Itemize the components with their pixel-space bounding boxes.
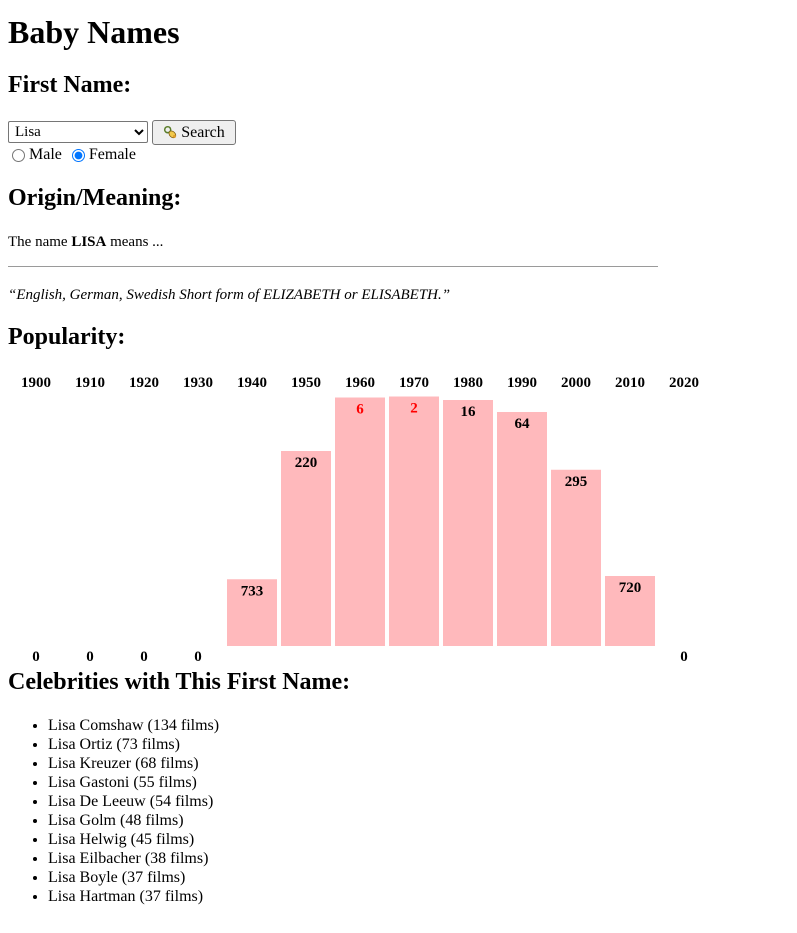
male-radio-label[interactable]: Male [29, 146, 62, 164]
female-radio-label[interactable]: Female [89, 146, 136, 164]
year-label: 1960 [345, 375, 375, 391]
pacifier-icon [164, 125, 177, 139]
year-label: 2010 [615, 375, 645, 391]
rank-label: 2 [410, 401, 418, 417]
year-label: 2000 [561, 375, 591, 391]
unranked-label: 0 [86, 649, 94, 665]
celebrity-item: Lisa Hartman (37 films) [48, 887, 219, 906]
unranked-label: 0 [140, 649, 148, 665]
year-label: 1950 [291, 375, 321, 391]
year-label: 1930 [183, 375, 213, 391]
meaning-name: LISA [71, 234, 107, 250]
celebrity-item: Lisa Golm (48 films) [48, 811, 219, 830]
rank-bar [497, 412, 547, 646]
year-label: 1910 [75, 375, 105, 391]
page-title: Baby Names [8, 14, 180, 50]
meaning-prefix: The name [8, 234, 68, 250]
search-button[interactable]: Search [152, 120, 236, 145]
meaning-suffix: means ... [110, 234, 164, 250]
celebrity-item: Lisa Comshaw (134 films) [48, 716, 219, 735]
celebrity-item: Lisa Ortiz (73 films) [48, 735, 219, 754]
year-label: 2020 [669, 375, 699, 391]
year-label: 1990 [507, 375, 537, 391]
rank-bar [335, 397, 385, 646]
celebrity-item: Lisa Boyle (37 films) [48, 868, 219, 887]
rank-label: 220 [295, 455, 318, 471]
celebrity-item: Lisa Helwig (45 films) [48, 830, 219, 849]
year-label: 1970 [399, 375, 429, 391]
celebrity-item: Lisa De Leeuw (54 films) [48, 792, 219, 811]
unranked-label: 0 [194, 649, 202, 665]
meaning-quote: “English, German, Swedish Short form of … [8, 287, 451, 303]
celebrities-heading: Celebrities with This First Name: [8, 669, 351, 695]
celebrity-item: Lisa Kreuzer (68 films) [48, 754, 219, 773]
rank-bar [389, 396, 439, 646]
meaning-line: The name LISA means ... [8, 232, 163, 252]
rank-label: 64 [515, 416, 531, 432]
search-button-label: Search [181, 123, 225, 141]
first-name-heading: First Name: [8, 72, 132, 98]
year-label: 1980 [453, 375, 483, 391]
rank-label: 6 [356, 402, 364, 418]
year-label: 1920 [129, 375, 159, 391]
name-select[interactable]: Lisa [8, 121, 148, 143]
year-label: 1940 [237, 375, 267, 391]
rank-bar [443, 400, 493, 646]
popularity-chart: 1900 0 1910 0 1920 0 1930 0 1940 733 1950 220 1960 6 1… [21, 375, 699, 665]
female-radio[interactable] [71, 148, 85, 162]
unranked-label: 0 [680, 649, 688, 665]
gender-radio-group: Male Female [10, 146, 144, 164]
rank-label: 16 [461, 404, 477, 420]
celebrities-list: Lisa Comshaw (134 films)Lisa Ortiz (73 f… [8, 716, 219, 906]
rank-bar [281, 451, 331, 646]
rank-label: 733 [241, 583, 264, 599]
rank-bar [551, 469, 601, 646]
rank-label: 295 [565, 474, 588, 490]
celebrity-item: Lisa Eilbacher (38 films) [48, 849, 219, 868]
unranked-label: 0 [32, 649, 40, 665]
rank-label: 720 [619, 580, 642, 596]
celebrity-item: Lisa Gastoni (55 films) [48, 773, 219, 792]
origin-heading: Origin/Meaning: [8, 185, 182, 211]
male-radio[interactable] [12, 148, 25, 162]
year-label: 1900 [21, 375, 51, 391]
popularity-heading: Popularity: [8, 324, 126, 350]
meaning-divider [8, 266, 658, 267]
